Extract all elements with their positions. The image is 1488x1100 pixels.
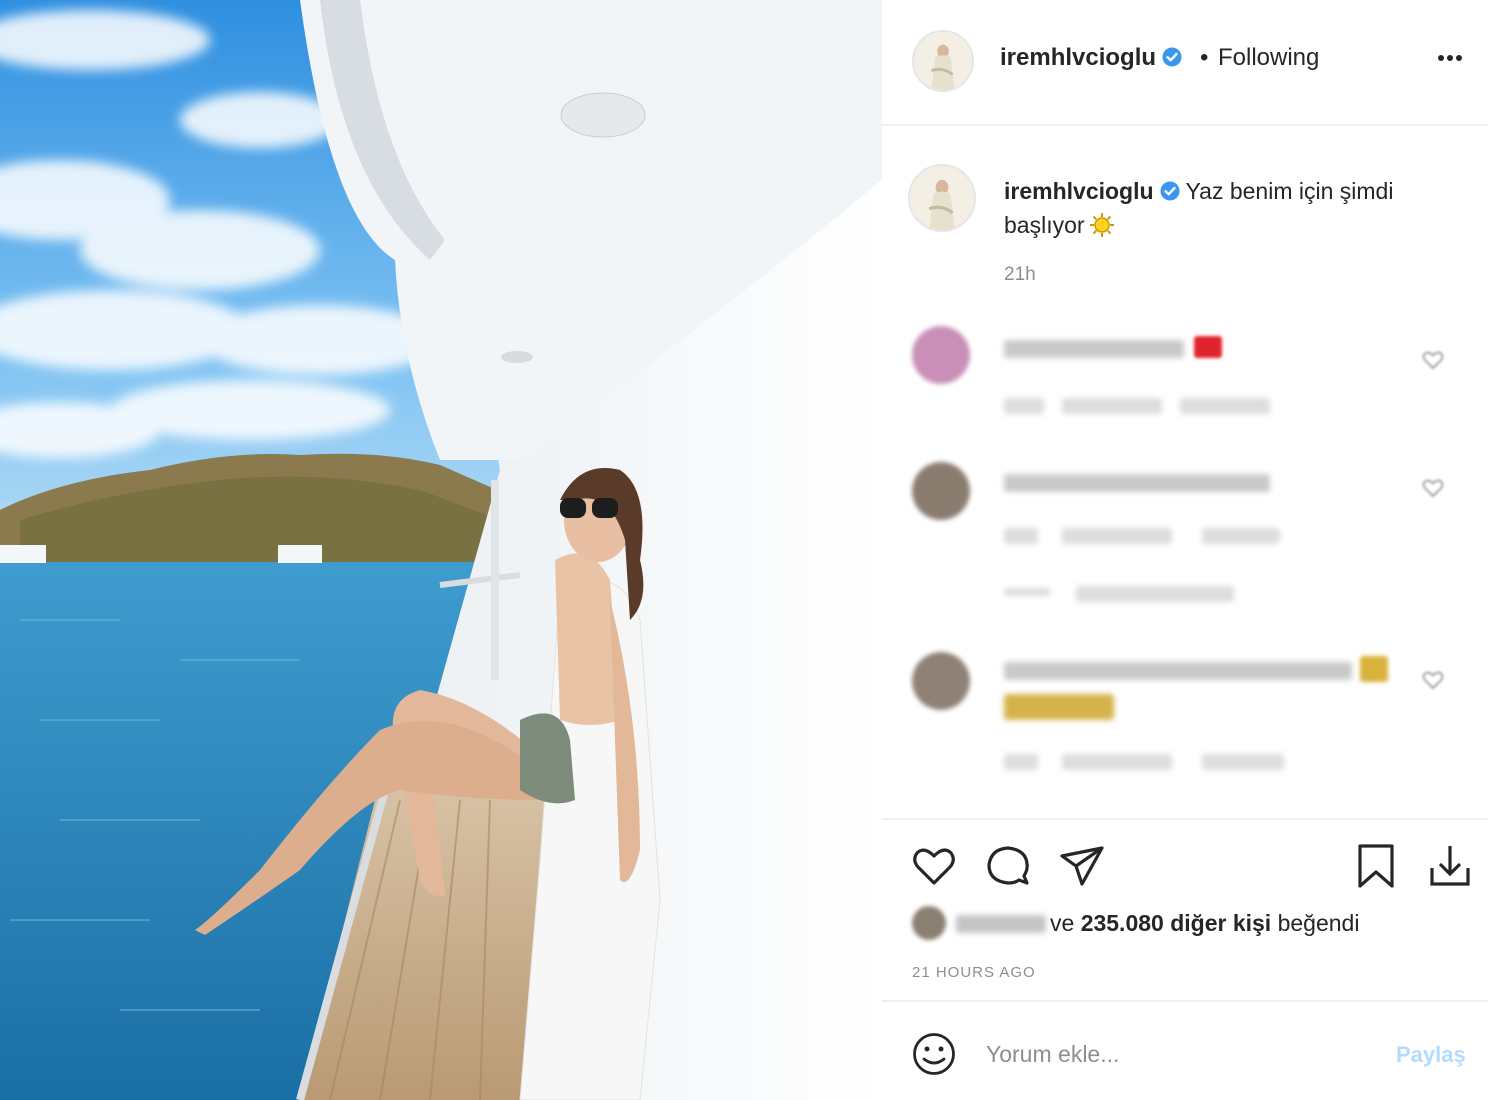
post-photo[interactable] — [0, 0, 882, 1100]
caption-avatar[interactable] — [908, 164, 976, 232]
comment-like-icon[interactable] — [1422, 670, 1444, 690]
comment-item — [882, 650, 1488, 780]
comment-meta-blurred — [1202, 754, 1284, 770]
post-image — [0, 0, 882, 1100]
likes-count[interactable]: 235.080 diğer kişi — [1081, 910, 1272, 936]
comment-meta-blurred — [1004, 398, 1044, 414]
comment-meta-blurred — [1062, 528, 1172, 544]
following-button[interactable]: Following — [1218, 44, 1319, 72]
header-username-text[interactable]: iremhlvcioglu — [1000, 44, 1156, 71]
comments-section: iremhlvcioglu Yaz benim için şimdi başlı… — [882, 128, 1488, 818]
comment-meta-blurred — [1062, 754, 1172, 770]
comment-item — [882, 458, 1488, 618]
likes-prefix: ve — [1050, 910, 1075, 936]
caption-username[interactable]: iremhlvcioglu — [1004, 178, 1154, 204]
comment-text-blurred — [1004, 662, 1352, 680]
post-timestamp[interactable]: 21 HOURS AGO — [912, 964, 1036, 981]
likes-summary[interactable]: ve 235.080 diğer kişi beğendi — [912, 906, 1472, 940]
comment-text-blurred — [1004, 474, 1270, 492]
verified-badge-icon — [1162, 47, 1182, 67]
caption-time[interactable]: 21h — [1004, 264, 1036, 286]
comment-meta-blurred — [1180, 398, 1270, 414]
comment-avatar[interactable] — [912, 326, 970, 384]
heart-icon[interactable] — [910, 842, 958, 890]
comment-meta-blurred — [1062, 398, 1162, 414]
comment-meta-blurred — [1004, 754, 1038, 770]
comment-avatar[interactable] — [912, 462, 970, 520]
comment-like-icon[interactable] — [1422, 478, 1444, 498]
post-header: iremhlvcioglu • Following — [882, 0, 1488, 126]
view-replies-line[interactable] — [1004, 588, 1050, 596]
bookmark-icon[interactable] — [1352, 842, 1400, 890]
post-comment-button[interactable]: Paylaş — [1396, 1042, 1466, 1068]
post-actions: ve 235.080 diğer kişi beğendi 21 HOURS A… — [882, 818, 1488, 1000]
verified-badge-icon — [1160, 181, 1180, 201]
header-username[interactable]: iremhlvcioglu — [1000, 44, 1182, 72]
comment-emoji-blurred — [1004, 694, 1114, 720]
likes-text: ve 235.080 diğer kişi beğendi — [1050, 910, 1359, 937]
profile-avatar[interactable] — [912, 30, 974, 92]
comment-icon[interactable] — [984, 842, 1032, 890]
comment-emoji-blurred — [1194, 336, 1222, 358]
liker-avatar — [912, 906, 946, 940]
comment-like-icon[interactable] — [1422, 350, 1444, 370]
comment-text-blurred — [1004, 340, 1184, 358]
comment-meta-blurred — [1004, 528, 1038, 544]
liker-name-blurred[interactable] — [956, 915, 1046, 933]
more-options-icon[interactable] — [1438, 48, 1470, 74]
download-icon[interactable] — [1426, 842, 1474, 890]
follow-separator: • — [1200, 44, 1209, 71]
view-replies-blurred[interactable] — [1076, 586, 1234, 602]
share-icon[interactable] — [1058, 842, 1106, 890]
emoji-icon[interactable] — [912, 1032, 956, 1076]
add-comment-bar: Paylaş — [882, 1000, 1488, 1100]
comment-meta-blurred — [1202, 528, 1280, 544]
post-side-panel: iremhlvcioglu • Following iremhlvcioglu … — [882, 0, 1488, 1100]
comment-item — [882, 320, 1488, 430]
post-caption: iremhlvcioglu Yaz benim için şimdi başlı… — [1004, 174, 1444, 242]
comment-avatar[interactable] — [912, 652, 970, 710]
comment-emoji-blurred — [1360, 656, 1388, 682]
sun-emoji — [1089, 213, 1114, 237]
comment-input[interactable] — [986, 1034, 1366, 1074]
likes-suffix: beğendi — [1277, 910, 1360, 936]
